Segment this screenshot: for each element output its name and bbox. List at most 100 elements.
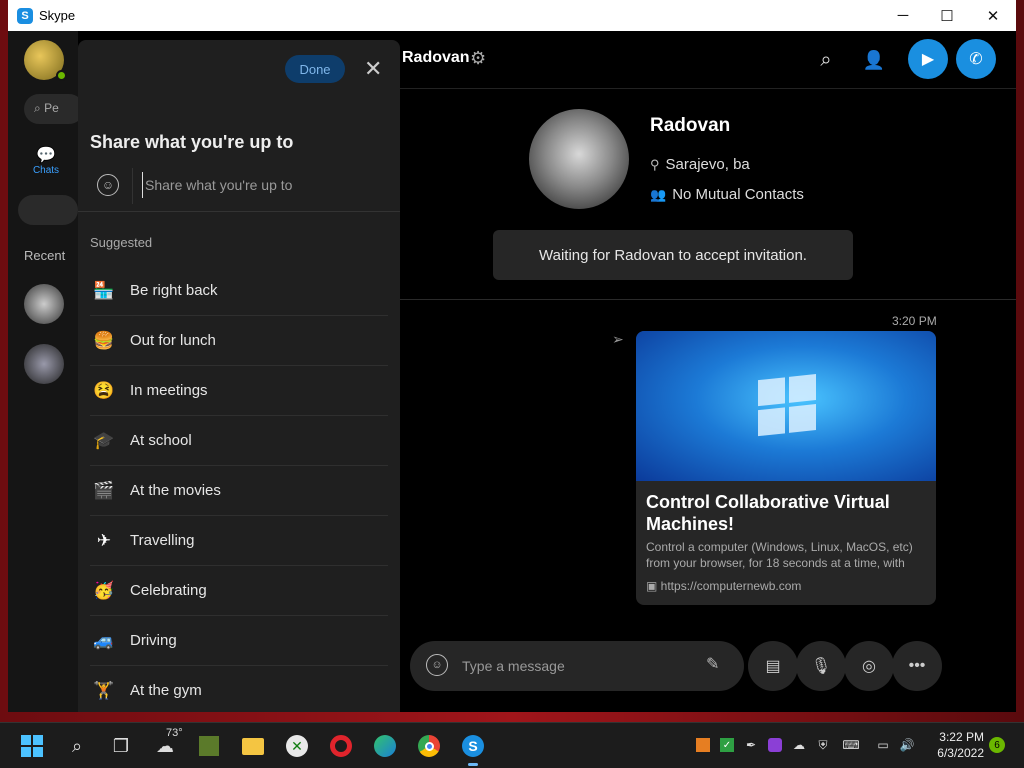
close-icon[interactable]: ✕ <box>364 58 382 80</box>
contact-avatar[interactable] <box>529 109 629 209</box>
display-icon[interactable]: ▭ <box>874 736 892 754</box>
graduation-icon: 🎓 <box>93 430 115 450</box>
airplane-icon: ✈ <box>96 530 112 550</box>
maximize-button[interactable]: ☐ <box>924 0 970 31</box>
microphone-icon: 🎙 <box>810 658 832 675</box>
message-composer: ☺ ✎ <box>410 641 744 691</box>
volume-icon[interactable]: 🔊 <box>898 736 916 754</box>
chat-bubble-icon: 💬 <box>36 147 56 164</box>
more-icon: ••• <box>908 657 926 674</box>
status-option-label: At the gym <box>130 682 202 699</box>
nav-chats[interactable]: 💬 Chats <box>24 145 68 176</box>
search-icon: ⌕ <box>34 101 45 115</box>
profile-divider <box>400 299 1016 300</box>
add-emoji-icon[interactable]: ☺ <box>97 174 119 196</box>
opera-icon[interactable] <box>326 731 356 761</box>
gym-icon: 🏋 <box>93 680 115 700</box>
nav-chats-label: Chats <box>32 165 60 176</box>
status-input-row: ☺ <box>78 160 400 212</box>
weather-temp: 73° <box>166 727 183 739</box>
meet-now-button[interactable] <box>18 195 78 225</box>
close-window-button[interactable]: ✕ <box>970 0 1016 31</box>
tray-app-icon[interactable] <box>694 736 712 754</box>
divider <box>132 168 133 204</box>
status-option-label: Celebrating <box>130 582 207 599</box>
mutual-text: No Mutual Contacts <box>672 186 804 203</box>
party-face-icon: 🥳 <box>93 580 115 600</box>
minecraft-icon[interactable] <box>194 731 224 761</box>
status-input[interactable] <box>142 172 382 198</box>
keyboard-icon[interactable]: ⌨ <box>842 736 860 754</box>
clapperboard-icon: 🎬 <box>93 480 115 500</box>
status-option-label: At the movies <box>130 482 221 499</box>
chrome-icon[interactable] <box>414 731 444 761</box>
taskbar-clock[interactable]: 3:22 PM 6/3/2022 <box>924 729 984 761</box>
presence-indicator <box>56 70 67 81</box>
edge-icon[interactable] <box>370 731 400 761</box>
link-preview-card[interactable]: Control Collaborative Virtual Machines! … <box>636 331 936 605</box>
window-title: Skype <box>39 8 76 23</box>
minimize-button[interactable]: ─ <box>880 0 926 31</box>
status-option[interactable]: 🎬 At the movies <box>90 466 388 516</box>
notification-badge[interactable]: 6 <box>989 737 1005 753</box>
pen-icon[interactable]: ✎ <box>706 654 719 674</box>
search-icon[interactable]: ⌕ <box>62 731 92 761</box>
clock-time: 3:22 PM <box>939 730 984 744</box>
gear-icon[interactable]: ⚙ <box>470 48 486 69</box>
status-option[interactable]: 🏋 At the gym <box>90 666 388 712</box>
recent-chat-avatar[interactable] <box>24 284 64 324</box>
emoji-icon[interactable]: ☺ <box>426 654 448 676</box>
tray-feather-icon[interactable]: ✒ <box>742 736 760 754</box>
title-bar: S Skype ─ ☐ ✕ <box>8 0 1016 31</box>
location-button[interactable]: ◎ <box>844 641 894 691</box>
add-person-icon[interactable]: 👤 <box>860 46 888 74</box>
search-icon[interactable]: ⌕ <box>812 46 840 74</box>
status-option[interactable]: 😫 In meetings <box>90 366 388 416</box>
windows-start-icon[interactable] <box>17 731 47 761</box>
tray-capture-icon[interactable] <box>766 736 784 754</box>
people-search[interactable]: ⌕ Pe <box>24 94 84 124</box>
video-call-button[interactable]: ▶ <box>908 39 948 79</box>
audio-call-button[interactable]: ✆ <box>956 39 996 79</box>
network-off-icon[interactable]: ☁ <box>790 736 808 754</box>
status-option-label: In meetings <box>130 382 208 399</box>
left-sidebar: ⌕ Pe 💬 Chats Recent <box>8 31 84 712</box>
security-warning-icon[interactable]: ⛨ <box>814 736 832 754</box>
microphone-button[interactable]: 🎙 <box>796 641 846 691</box>
suggested-status-list: 🏪 Be right back 🍔 Out for lunch 😫 In meetin… <box>90 266 388 712</box>
clock-date: 6/3/2022 <box>937 746 984 760</box>
xbox-icon[interactable]: ✕ <box>282 731 312 761</box>
link-preview-url[interactable]: ▣ https://computernewb.com <box>646 579 801 593</box>
chat-header-name[interactable]: Radovan <box>402 49 470 67</box>
share-status-panel: Done ✕ Share what you're up to ☺ Suggest… <box>78 40 400 712</box>
skype-taskbar-icon[interactable]: S <box>458 731 488 766</box>
recent-label: Recent <box>24 248 66 263</box>
taskbar: ⌕ ❐ ☁ 73° ✕ S ✓ ✒ ☁ ⛨ ⌨ ▭ 🔊 3:22 PM 6/3/… <box>0 722 1024 768</box>
contact-card-button[interactable]: ▤ <box>748 641 798 691</box>
done-button[interactable]: Done <box>285 55 345 83</box>
header-divider <box>400 88 1016 89</box>
share-panel-title: Share what you're up to <box>90 132 294 152</box>
tray-check-icon[interactable]: ✓ <box>718 736 736 754</box>
recent-chat-avatar[interactable] <box>24 344 64 384</box>
contacts-icon: 👥 <box>650 187 667 202</box>
status-option-label: Be right back <box>130 282 218 299</box>
status-option[interactable]: 🏪 Be right back <box>90 266 388 316</box>
file-explorer-icon[interactable] <box>238 731 268 761</box>
status-option-label: Driving <box>130 632 177 649</box>
windows-logo-icon <box>758 374 818 438</box>
more-options-button[interactable]: ••• <box>892 641 942 691</box>
burger-icon: 🍔 <box>93 330 115 350</box>
tired-face-icon: 😫 <box>93 380 115 400</box>
status-option[interactable]: 🚙 Driving <box>90 616 388 666</box>
status-option[interactable]: 🎓 At school <box>90 416 388 466</box>
status-option[interactable]: 🥳 Celebrating <box>90 566 388 616</box>
message-input[interactable] <box>460 653 690 679</box>
status-option[interactable]: ✈ Travelling <box>90 516 388 566</box>
status-option[interactable]: 🍔 Out for lunch <box>90 316 388 366</box>
task-view-icon[interactable]: ❐ <box>106 731 136 761</box>
invitation-status: Waiting for Radovan to accept invitation… <box>493 230 853 280</box>
status-option-label: Out for lunch <box>130 332 216 349</box>
contact-card-icon: ▤ <box>765 658 781 675</box>
status-option-label: At school <box>130 432 192 449</box>
